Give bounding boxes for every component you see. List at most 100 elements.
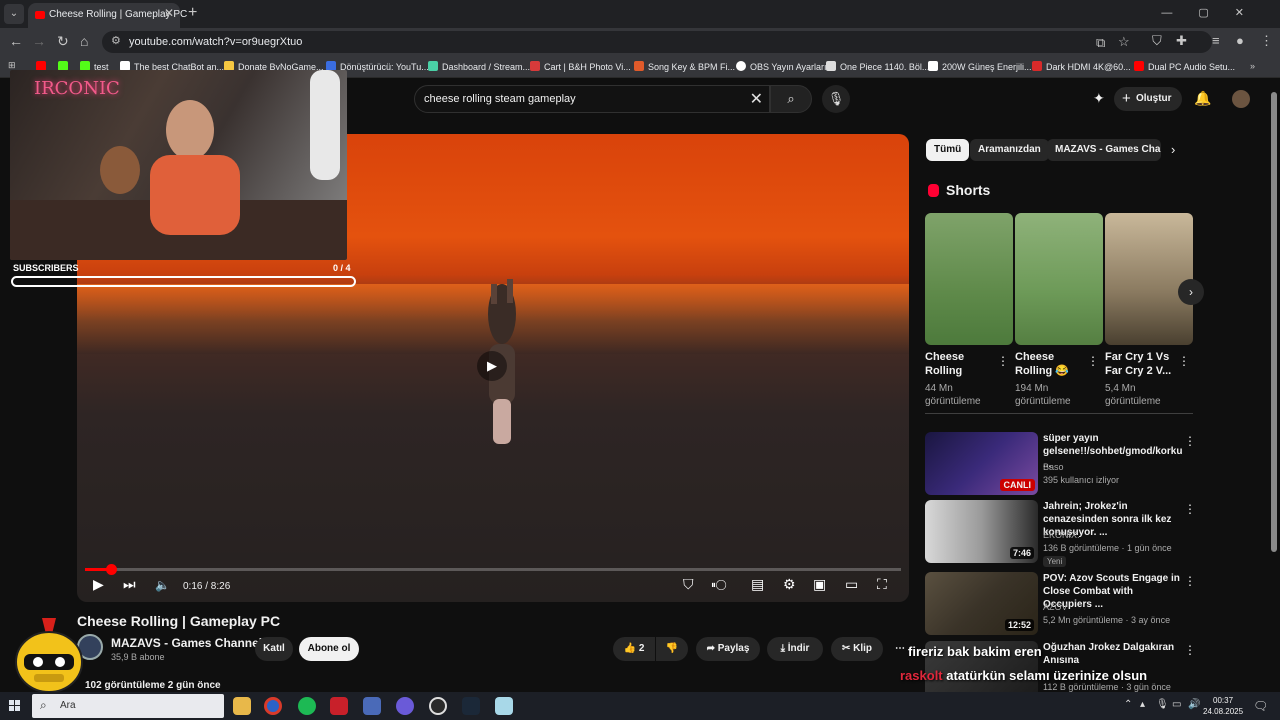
- short-menu-icon[interactable]: ⋮: [997, 354, 1009, 368]
- browser-tab[interactable]: Cheese Rolling | Gameplay PC ✕: [28, 3, 187, 28]
- video-progress-bar[interactable]: [85, 564, 901, 575]
- spotify-icon[interactable]: [298, 697, 316, 715]
- short-thumbnail[interactable]: [925, 213, 1013, 345]
- dislike-button[interactable]: 👎: [656, 637, 688, 661]
- fullscreen-icon[interactable]: ⛶: [877, 576, 887, 593]
- rec-channel[interactable]: EKONIX.: [1043, 530, 1080, 540]
- join-button[interactable]: Katıl: [255, 637, 293, 661]
- obs-icon[interactable]: [429, 697, 447, 715]
- subtitles-icon[interactable]: ▤: [751, 576, 764, 593]
- search-input[interactable]: cheese rolling steam gameplay ✕: [414, 85, 770, 113]
- download-button[interactable]: ⤓ İndir: [767, 637, 823, 661]
- rec-menu-icon[interactable]: ⋮: [1184, 502, 1196, 516]
- tab-search-chevron-icon[interactable]: ⌄: [4, 4, 24, 24]
- browser-menu-icon[interactable]: ⋮: [1260, 33, 1273, 49]
- short-menu-icon[interactable]: ⋮: [1087, 354, 1099, 368]
- system-clock[interactable]: 00:37 24.08.2025: [1203, 695, 1243, 717]
- sponsor-shield-icon[interactable]: ⛉: [683, 576, 694, 593]
- progress-scrubber-handle[interactable]: [106, 564, 117, 575]
- short-title[interactable]: Cheese Rolling 😂: [1015, 350, 1085, 378]
- cast-icon[interactable]: ✦: [1093, 90, 1105, 107]
- play-button-icon[interactable]: ▶: [93, 576, 104, 593]
- notifications-bell-icon[interactable]: 🔔: [1194, 90, 1211, 107]
- extensions-puzzle-icon[interactable]: ✚: [1176, 33, 1187, 49]
- home-icon[interactable]: ⌂: [80, 33, 88, 49]
- reload-icon[interactable]: ↻: [57, 33, 69, 50]
- bookmark-item[interactable]: Song Key & BPM Fi...: [634, 61, 735, 72]
- chrome-icon[interactable]: [264, 697, 282, 715]
- scrollbar-thumb[interactable]: [1271, 92, 1277, 552]
- forward-arrow-icon[interactable]: →: [32, 33, 46, 49]
- chip-channel[interactable]: MAZAVS - Games Chann: [1047, 139, 1161, 161]
- rec-title[interactable]: Oğuzhan Jrokez Dalgakıran Anısına: [1043, 641, 1181, 667]
- bookmark-item[interactable]: One Piece 1140. Böl...: [826, 61, 929, 72]
- short-thumbnail[interactable]: [1105, 213, 1193, 345]
- rec-thumbnail[interactable]: 12:52: [925, 572, 1038, 635]
- bookmark-star-icon[interactable]: ☆: [1118, 34, 1130, 50]
- short-menu-icon[interactable]: ⋮: [1178, 354, 1190, 368]
- profile-avatar-icon[interactable]: ●: [1236, 33, 1244, 48]
- search-button[interactable]: ⌕: [770, 85, 812, 113]
- shield-extension-icon[interactable]: ⛉: [1152, 33, 1162, 49]
- bookmark-item[interactable]: OBS Yayın Ayarları: [736, 61, 827, 72]
- shorts-next-chevron-icon[interactable]: ›: [1178, 279, 1204, 305]
- clear-search-icon[interactable]: ✕: [750, 89, 763, 109]
- window-controls[interactable]: —▢✕: [1161, 6, 1270, 19]
- tray-app-icon[interactable]: ▴: [1140, 699, 1145, 710]
- install-app-icon[interactable]: ⧉: [1096, 35, 1105, 51]
- rec-menu-icon[interactable]: ⋮: [1184, 574, 1196, 588]
- notepad-icon[interactable]: [495, 697, 513, 715]
- reading-list-icon[interactable]: ≡: [1212, 33, 1220, 48]
- discord-icon[interactable]: [396, 697, 414, 715]
- windows-start-icon[interactable]: [9, 700, 21, 712]
- rec-title[interactable]: süper yayın gelsene!!/sohbet/gmod/korku …: [1043, 432, 1182, 471]
- address-bar[interactable]: ⚙ youtube.com/watch?v=or9uegrXtuo ⧉ ☆: [102, 31, 1212, 53]
- bookmark-item[interactable]: Cart | B&H Photo Vi...: [530, 61, 631, 72]
- next-video-icon[interactable]: ⏭: [123, 576, 136, 593]
- rec-menu-icon[interactable]: ⋮: [1184, 643, 1196, 657]
- taskbar-search-input[interactable]: ⌕ Ara: [32, 694, 224, 718]
- new-tab-plus-icon[interactable]: +: [188, 4, 197, 22]
- theater-mode-icon[interactable]: ▭: [845, 576, 858, 593]
- rec-thumbnail[interactable]: 7:46: [925, 500, 1038, 563]
- volume-icon[interactable]: 🔈: [155, 578, 170, 592]
- chip-all[interactable]: Tümü: [926, 139, 970, 161]
- rec-channel[interactable]: AZOV: [1043, 602, 1068, 612]
- bookmark-item[interactable]: Dashboard / Stream...: [428, 61, 530, 72]
- channel-name[interactable]: MAZAVS - Games Channel: [111, 636, 262, 650]
- miniplayer-icon[interactable]: ▣: [813, 576, 826, 593]
- voice-search-mic-icon[interactable]: 🎙: [822, 85, 850, 113]
- page-scrollbar[interactable]: [1271, 92, 1277, 682]
- bookmarks-overflow-icon[interactable]: »: [1250, 61, 1255, 71]
- like-button[interactable]: 👍 2: [613, 637, 655, 661]
- clip-button[interactable]: ✂ Klip: [831, 637, 883, 661]
- short-title[interactable]: Cheese Rolling: [925, 350, 995, 378]
- notifications-tray-icon[interactable]: 🗨: [1253, 699, 1268, 713]
- rec-menu-icon[interactable]: ⋮: [1184, 434, 1196, 448]
- settings-gear-icon[interactable]: ⚙: [783, 576, 796, 593]
- tray-overflow-icon[interactable]: ⌃: [1124, 699, 1132, 710]
- short-title[interactable]: Far Cry 1 Vs Far Cry 2 V...: [1105, 350, 1175, 378]
- network-app-icon[interactable]: [363, 697, 381, 715]
- steam-icon[interactable]: [462, 697, 480, 715]
- rec-channel[interactable]: Baso: [1043, 462, 1064, 472]
- bookmark-item[interactable]: Dual PC Audio Setu...: [1134, 61, 1235, 72]
- back-arrow-icon[interactable]: ←: [9, 33, 23, 49]
- microphone-tray-icon[interactable]: 🎙: [1156, 699, 1169, 710]
- share-button[interactable]: ➦ Paylaş: [696, 637, 760, 661]
- chips-next-chevron-icon[interactable]: ›: [1171, 142, 1175, 157]
- network-tray-icon[interactable]: ▭: [1172, 699, 1181, 710]
- account-avatar[interactable]: [1232, 90, 1250, 108]
- file-explorer-icon[interactable]: [233, 697, 251, 715]
- site-info-icon[interactable]: ⚙: [111, 34, 121, 47]
- center-play-icon[interactable]: ▶: [477, 351, 507, 381]
- chip-from-search[interactable]: Aramanızdan: [970, 139, 1049, 161]
- subscribe-button[interactable]: Abone ol: [299, 637, 359, 661]
- create-button[interactable]: Oluştur: [1114, 87, 1182, 111]
- voicemeeter-icon[interactable]: [330, 697, 348, 715]
- autoplay-toggle[interactable]: ⏸◯: [711, 580, 726, 591]
- short-thumbnail[interactable]: [1015, 213, 1103, 345]
- bookmark-item[interactable]: Dark HDMI 4K@60...: [1032, 61, 1131, 72]
- rec-thumbnail[interactable]: CANLI: [925, 432, 1038, 495]
- bookmark-item[interactable]: 200W Güneş Enerjili...: [928, 61, 1032, 72]
